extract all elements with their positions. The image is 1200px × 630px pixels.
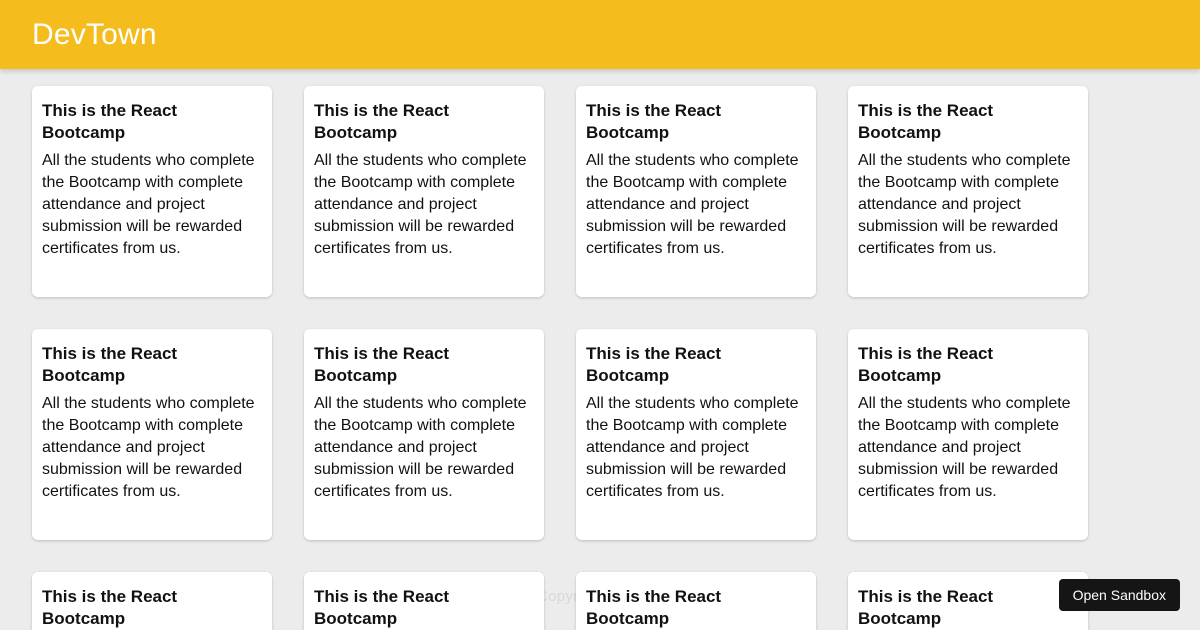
bootcamp-card-body: All the students who complete the Bootca… <box>42 152 255 257</box>
bootcamp-card: This is the React Bootcamp All the studen… <box>848 329 1088 540</box>
bootcamp-card: This is the React BootcampAll the studen… <box>32 572 272 630</box>
bootcamp-card: This is the React Bootcamp All the studen… <box>32 329 272 540</box>
bootcamp-card-title: This is the React Bootcamp <box>858 587 994 628</box>
brand-title: DevTown <box>32 17 157 51</box>
bootcamp-card-title: This is the React Bootcamp <box>42 344 178 385</box>
bootcamp-card-body: All the students who complete the Bootca… <box>314 395 527 500</box>
bootcamp-card: This is the React Bootcamp All the studen… <box>304 329 544 540</box>
bootcamp-card-title: This is the React Bootcamp <box>314 101 450 142</box>
bootcamp-card-title: This is the React Bootcamp <box>42 101 178 142</box>
bootcamp-card-title: This is the React Bootcamp <box>586 587 722 628</box>
bootcamp-card-title: This is the React Bootcamp <box>858 101 994 142</box>
bootcamp-card: This is the React Bootcamp All the studen… <box>576 86 816 297</box>
bootcamp-card-title: This is the React Bootcamp <box>42 587 178 628</box>
bootcamp-card-title: This is the React Bootcamp <box>586 344 722 385</box>
app-root: DevTown Copyright @ 2023 This is the Rea… <box>0 0 1200 630</box>
bootcamp-card-title: This is the React Bootcamp <box>586 101 722 142</box>
bootcamp-card-body: All the students who complete the Bootca… <box>858 395 1071 500</box>
bootcamp-card: This is the React Bootcamp All the studen… <box>848 86 1088 297</box>
bootcamp-card-body: All the students who complete the Bootca… <box>42 395 255 500</box>
card-grid: This is the React Bootcamp All the studen… <box>32 86 1120 630</box>
bootcamp-card-body: All the students who complete the Bootca… <box>586 152 799 257</box>
bootcamp-card-body: All the students who complete the Bootca… <box>314 152 527 257</box>
bootcamp-card: This is the React BootcampAll the studen… <box>848 572 1088 630</box>
bootcamp-card: This is the React Bootcamp All the studen… <box>32 86 272 297</box>
bootcamp-card-title: This is the React Bootcamp <box>858 344 994 385</box>
bootcamp-card: This is the React Bootcamp All the studen… <box>576 329 816 540</box>
bootcamp-card-title: This is the React Bootcamp <box>314 587 450 628</box>
bootcamp-card-body: All the students who complete the Bootca… <box>858 152 1071 257</box>
bootcamp-card-title: This is the React Bootcamp <box>314 344 450 385</box>
bootcamp-card: This is the React Bootcamp All the studen… <box>304 86 544 297</box>
app-header: DevTown <box>0 0 1200 69</box>
bootcamp-card: This is the React BootcampAll the studen… <box>304 572 544 630</box>
bootcamp-card: This is the React BootcampAll the studen… <box>576 572 816 630</box>
open-sandbox-button[interactable]: Open Sandbox <box>1058 579 1180 611</box>
bootcamp-card-body: All the students who complete the Bootca… <box>586 395 799 500</box>
